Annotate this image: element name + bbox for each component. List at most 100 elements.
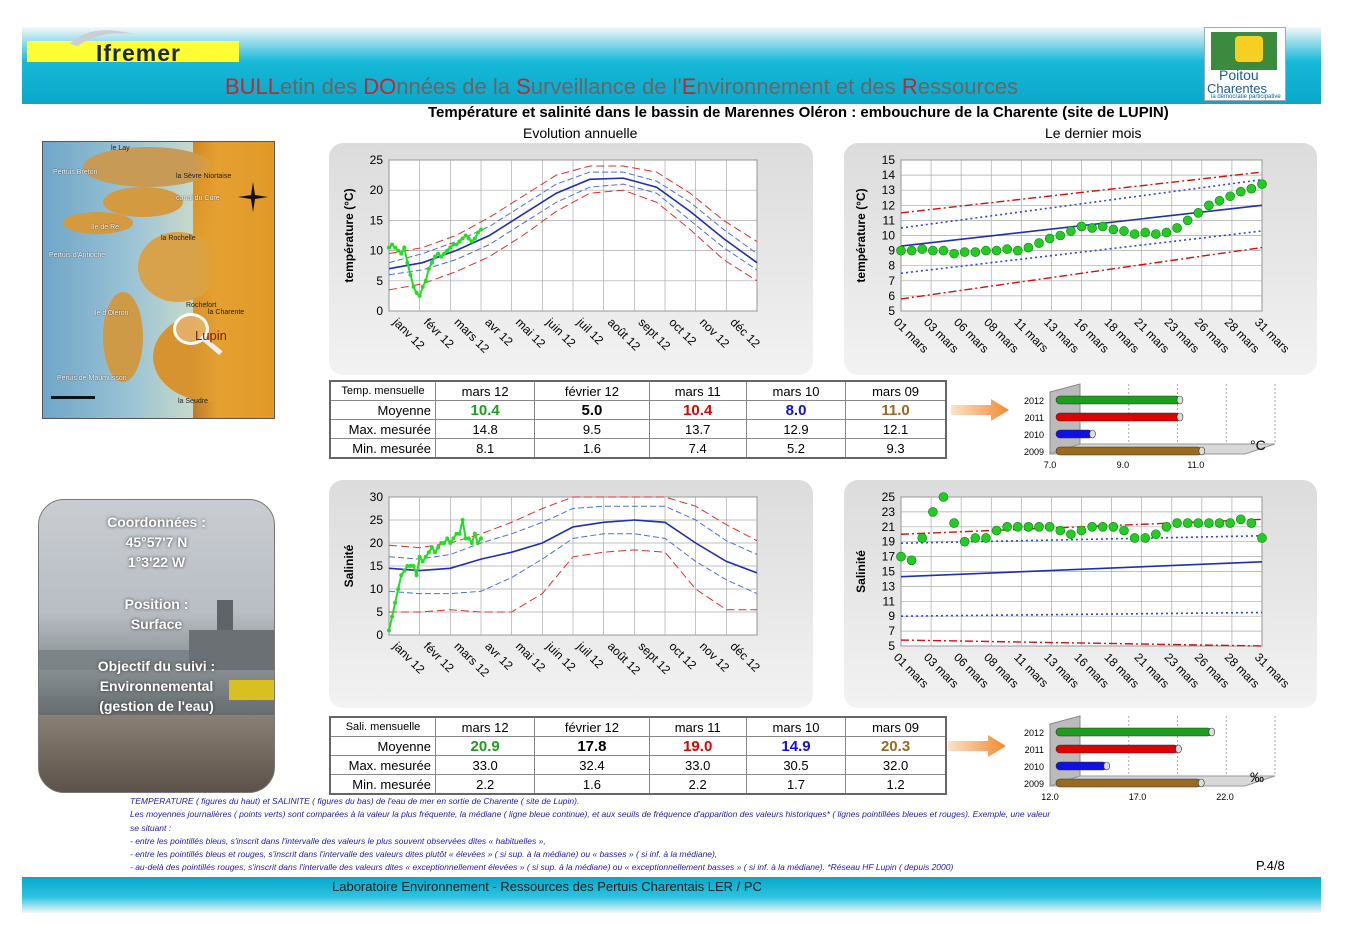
data-point (454, 242, 459, 247)
coord-lat: 45°57'7 N (125, 534, 188, 550)
table-corner: Sali. mensuelle (329, 716, 436, 737)
data-point (1119, 525, 1129, 536)
data-point (429, 545, 434, 550)
bar-cap (1198, 446, 1206, 456)
data-point (981, 533, 991, 543)
data-point (387, 628, 391, 633)
bar (1055, 429, 1093, 439)
x-tick-label: 11.0 (1187, 460, 1204, 470)
chart-temp-annual: 0 5 10 15 20 25 température (°C) janv 12févr 12… (342, 153, 764, 356)
data-point (393, 600, 398, 605)
page-title: Température et salinité dans le bassin d… (428, 104, 1169, 121)
data-point (475, 230, 480, 235)
data-point (1193, 518, 1204, 528)
data-point (472, 531, 477, 536)
table-cell: 12.1 (845, 419, 947, 439)
data-point (1151, 529, 1161, 540)
subtitle-month: Le dernier mois (1045, 125, 1142, 141)
table-header: mars 11 (648, 716, 747, 737)
x-tick-label: déc 12 (728, 315, 764, 351)
data-point (457, 239, 462, 244)
y-tick-label: 9 (888, 609, 895, 623)
bar-cap (1175, 744, 1182, 754)
data-point (917, 244, 928, 254)
x-tick-label: janv 12 (390, 315, 428, 353)
chart-temp-month-box: 5 6 7 8 9 10 11 12 13 14 15 température (°C) 01 mars… (844, 143, 1317, 375)
data-point (420, 284, 425, 289)
objectif-value: Environnemental (99, 678, 214, 694)
data-point (917, 533, 928, 543)
ifremer-logo: Ifremer (96, 40, 181, 66)
data-point (466, 536, 471, 541)
y-tick-label: 7 (888, 274, 895, 288)
data-point (411, 284, 416, 289)
data-point (445, 536, 450, 541)
bar-category-label: 2012 (1024, 728, 1044, 738)
data-point (414, 573, 419, 578)
table-cell: 1.7 (745, 774, 847, 795)
data-point (928, 507, 938, 517)
data-point (429, 260, 434, 265)
x-tick-label: mai 12 (513, 315, 549, 351)
data-point (1012, 245, 1023, 256)
row-label: Moyenne (329, 400, 436, 420)
table-cell: 1.6 (534, 774, 650, 795)
bar (1055, 446, 1203, 456)
table-cell: 7.4 (648, 438, 747, 459)
y-tick-label: 13 (882, 183, 896, 197)
y-tick-label: 10 (882, 229, 896, 243)
x-tick-label: juin 12 (543, 639, 579, 675)
table-cell: 14.9 (745, 736, 847, 756)
data-point (423, 278, 428, 283)
data-point (472, 236, 477, 241)
data-point (442, 541, 447, 545)
x-tick-label: août 12 (605, 639, 643, 677)
data-point (393, 245, 398, 250)
data-point (1055, 525, 1066, 536)
scale-bar (51, 396, 95, 399)
data-point (1193, 208, 1204, 218)
coord-lon: 1°3'22 W (127, 554, 186, 570)
chart-sal-annual: 051015202530Salinitéjanv 12févr 12mars 1… (342, 490, 763, 680)
data-point (396, 248, 401, 253)
data-point (396, 587, 401, 591)
note-line: TEMPERATURE ( figures du haut) et SALINI… (130, 796, 580, 806)
data-point (1257, 179, 1267, 189)
note-line: Les moyennes journalières ( points verts… (130, 809, 1051, 820)
table-cell: 32.0 (845, 755, 947, 775)
table-cell: 32.4 (534, 755, 650, 775)
y-tick-label: 25 (370, 153, 384, 167)
data-point (896, 245, 906, 256)
table-header: mars 11 (648, 380, 747, 401)
data-point (1002, 244, 1012, 254)
unit-label: ‰ (1250, 769, 1264, 785)
coord-label: Coordonnées : (107, 514, 206, 530)
arrow-right-icon (951, 399, 1009, 421)
x-tick-label: janv 12 (390, 639, 428, 677)
bar-category-label: 2010 (1024, 762, 1044, 772)
data-point (1002, 521, 1012, 532)
x-tick-label: sept 12 (636, 639, 674, 677)
bulletin-part: R (901, 74, 918, 99)
x-tick-label: nov 12 (697, 315, 733, 351)
bulletin-part: E (681, 74, 697, 99)
y-tick-label: 25 (882, 490, 896, 504)
data-point (1097, 521, 1108, 532)
bar (1055, 395, 1181, 405)
data-point (991, 525, 1002, 536)
data-point (1076, 221, 1087, 232)
table-cell: 13.7 (648, 419, 747, 439)
map-label: la Seudre (178, 398, 208, 405)
map-label: Ile d'Oléron (93, 310, 129, 317)
bar-cap (1197, 778, 1205, 788)
data-point (402, 245, 407, 250)
row-label: Max. mesurée (329, 419, 436, 439)
y-tick-label: 0 (376, 628, 383, 642)
y-tick-label: 20 (370, 183, 384, 197)
data-point (1182, 518, 1193, 528)
map-label: Rochefort (186, 302, 217, 309)
data-point (436, 251, 441, 256)
table-header: mars 10 (745, 716, 847, 737)
table-cell: 2.2 (648, 774, 747, 795)
bar-chart-sal: 201220112010200912.0 17.0 22.0‰ (1024, 715, 1276, 802)
